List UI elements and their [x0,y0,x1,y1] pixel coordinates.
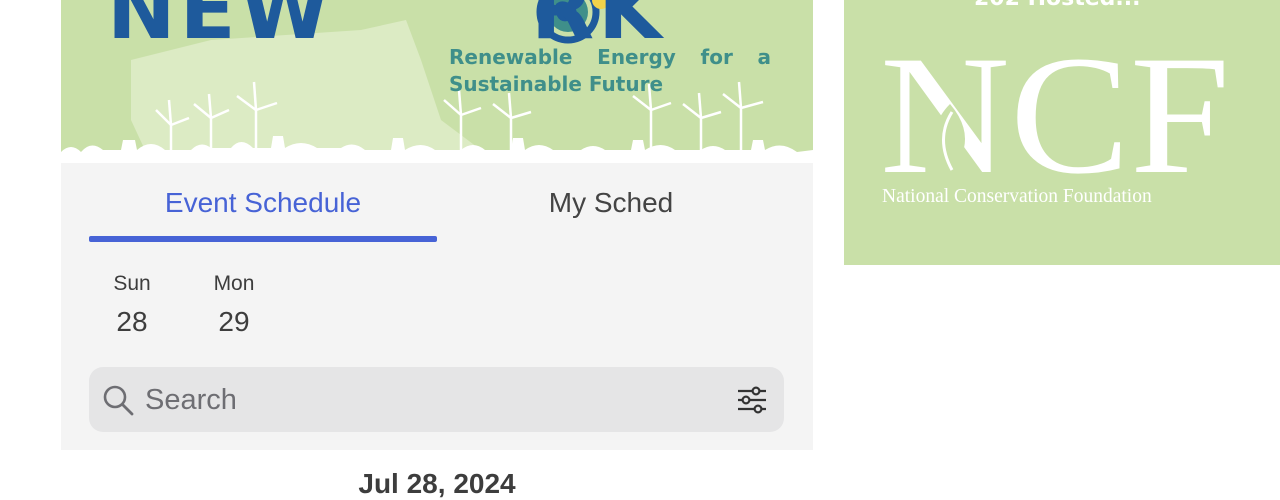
schedule-date-header: Jul 28, 2024 [61,450,813,500]
banner-subtitle-word: Renewable [449,45,573,69]
banner-subtitle-word: for [700,45,733,69]
ncf-top-text: 202 Hosted... [974,0,1140,11]
day-of-week: Sun [113,272,151,295]
banner-title-left: NEW [107,0,335,58]
search-icon [103,385,134,416]
ncf-logo-text: NCF [880,34,1230,184]
day-number: 28 [116,306,148,337]
banner-subtitle: Renewable Energy for a Sustainable Futur… [449,44,771,98]
day-of-week: Mon [213,272,255,295]
search-input[interactable] [145,379,705,421]
event-banner: NEW RK Renewable Energy for a Sustainabl… [61,0,813,163]
banner-subtitle-line2: Sustainable Future [449,72,664,96]
ncf-sponsor-panel: 202 Hosted... NCF National Conservation … [844,0,1280,265]
tab-my-sched[interactable]: My Sched [437,163,785,243]
day-sun-28[interactable]: Sun 28 [97,272,167,338]
active-tab-indicator [89,236,437,242]
banner-subtitle-word: Energy [597,45,676,69]
schedule-tabs: Event Schedule My Sched [61,163,813,243]
search-bar [89,367,784,432]
tab-event-schedule[interactable]: Event Schedule [89,163,437,243]
filter-sliders-icon[interactable] [736,385,768,415]
ncf-logo: NCF [880,34,1230,184]
day-selector: Sun 28 Mon 29 [61,262,813,352]
day-number: 29 [218,306,250,337]
event-app-panel: NEW RK Renewable Energy for a Sustainabl… [61,0,813,500]
banner-subtitle-word: a [757,45,772,69]
ncf-caption: National Conservation Foundation [882,186,1152,207]
day-mon-29[interactable]: Mon 29 [199,272,269,338]
